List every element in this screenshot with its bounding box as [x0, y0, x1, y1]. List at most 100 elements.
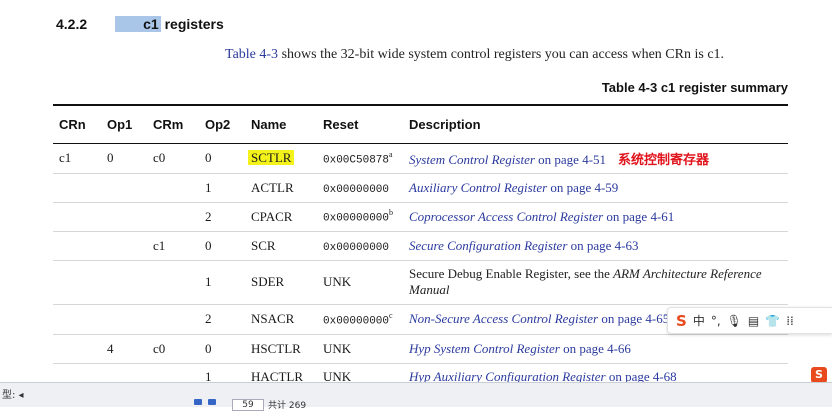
table-header-row: CRn Op1 CRm Op2 Name Reset Description — [53, 105, 788, 143]
page-ref-link[interactable]: on page 4-59 — [547, 180, 618, 195]
table-ref-link[interactable]: Table 4-3 — [225, 47, 278, 62]
header-op1: Op1 — [107, 116, 133, 132]
cell-op1 — [101, 173, 147, 202]
ime-skin-icon[interactable]: 👕 — [765, 314, 780, 328]
cell-description: Secure Debug Enable Register, see the AR… — [403, 260, 788, 304]
page-ref-link[interactable]: on page 4-63 — [567, 238, 639, 253]
viewer-toolbar: 型: ◂ 59 共计 269 — [0, 382, 832, 411]
cell-crm — [147, 260, 199, 304]
cell-description: Secure Configuration Register on page 4-… — [403, 231, 788, 260]
cell-name: SDER — [245, 260, 317, 304]
cell-crm — [147, 173, 199, 202]
register-table: CRn Op1 CRm Op2 Name Reset Description c… — [53, 104, 788, 392]
register-name: NSACR — [251, 311, 295, 326]
header-op2: Op2 — [205, 116, 231, 132]
register-name: SDER — [251, 274, 285, 289]
register-link[interactable]: Hyp System Control Register — [409, 341, 560, 356]
cell-reset: UNK — [317, 334, 403, 363]
ime-toolbar[interactable]: S 中 °, 🎙 ▤ 👕 ⁞⁞ — [667, 307, 832, 334]
ime-language-toggle[interactable]: 中 — [693, 312, 705, 329]
header-name: Name — [251, 116, 287, 132]
cell-name: SCR — [245, 231, 317, 260]
intro-paragraph: Table 4-3 shows the 32-bit wide system c… — [225, 47, 724, 63]
reset-value: 0x00000000 — [323, 241, 390, 254]
register-name: CPACR — [251, 208, 293, 224]
cell-op2: 0 — [205, 340, 212, 356]
cell-name: NSACR — [245, 304, 317, 334]
intro-text: shows the 32-bit wide system control reg… — [278, 47, 725, 62]
register-link[interactable]: Secure Configuration Register — [409, 238, 567, 253]
ime-punctuation-icon[interactable]: °, — [711, 314, 721, 328]
table-row: c1 0 c0 0 SCTLR 0x00C50878a System Control Reg… — [53, 143, 788, 173]
cell-crm — [147, 304, 199, 334]
reset-value: UNK — [323, 274, 352, 289]
footnote-marker: a — [389, 149, 393, 159]
header-reset: Reset — [323, 116, 359, 132]
table-row: c1 0 SCR 0x00000000 Secure Configuration Reg… — [53, 231, 788, 260]
reset-value: 0x00000000 — [323, 212, 390, 225]
page-number-input[interactable]: 59 — [232, 399, 264, 411]
description-text: Secure Debug Enable Register, see the — [409, 266, 614, 281]
cell-op1 — [101, 231, 147, 260]
register-link[interactable]: Coprocessor Access Control Register — [409, 209, 603, 224]
page-ref-link[interactable]: on page 4-65 — [598, 311, 669, 326]
cell-crn — [53, 202, 101, 231]
reset-value: 0x00000000 — [323, 183, 390, 196]
cell-name: HSCTLR — [245, 334, 317, 363]
cell-crn — [53, 231, 101, 260]
cell-crm — [147, 202, 199, 231]
ime-keyboard-icon[interactable]: ▤ — [748, 314, 759, 328]
reset-value: UNK — [323, 340, 352, 356]
first-page-icon[interactable] — [194, 399, 202, 405]
register-name: ACTLR — [251, 179, 294, 195]
cell-name: ACTLR — [245, 173, 317, 202]
cell-op2: 0 — [205, 237, 212, 253]
table-row: 1 SDER UNK Secure Debug Enable Register, se… — [53, 260, 788, 304]
cell-reset: 0x00000000 — [317, 173, 403, 202]
reset-value: 0x00C50878 — [323, 154, 390, 167]
ime-microphone-icon[interactable]: 🎙 — [727, 314, 742, 328]
cell-op2: 1 — [205, 274, 212, 289]
cell-crm: c0 — [153, 340, 166, 356]
cell-op1 — [101, 202, 147, 231]
cell-op2: 2 — [205, 208, 212, 224]
ime-mini-logo-icon[interactable]: S — [811, 367, 827, 383]
cell-crm: c0 — [153, 150, 166, 165]
cell-reset: 0x00000000b — [317, 202, 403, 231]
section-title-rest: registers — [160, 16, 224, 32]
cell-reset: 0x00000000 — [317, 231, 403, 260]
ime-menu-icon[interactable]: ⁞⁞ — [786, 314, 794, 328]
cell-op1 — [101, 304, 147, 334]
cell-op1 — [101, 260, 147, 304]
register-name: HSCTLR — [251, 340, 301, 356]
register-link[interactable]: Auxiliary Control Register — [409, 180, 547, 195]
section-number: 4.2.2 — [56, 16, 88, 32]
prev-page-icon[interactable] — [208, 399, 216, 405]
page-ref-link[interactable]: on page 4-66 — [560, 341, 631, 356]
viewer-left-label: 型: ◂ — [2, 390, 24, 401]
register-name: SCTLR — [248, 150, 295, 165]
cell-crn — [53, 334, 101, 363]
cell-op2: 1 — [205, 179, 212, 195]
handwritten-annotation: 系统控制寄存器 — [618, 152, 710, 168]
register-link[interactable]: System Control Register — [409, 152, 535, 167]
cell-op2: 2 — [205, 311, 212, 326]
section-heading: 4.2.2 c1 registers — [56, 16, 224, 32]
cell-op2: 0 — [205, 150, 212, 165]
page-ref-link[interactable]: on page 4-51 — [535, 152, 606, 167]
cell-op1: 0 — [107, 150, 114, 165]
cell-reset: UNK — [317, 260, 403, 304]
header-description: Description — [409, 116, 481, 132]
cell-description: Hyp System Control Register on page 4-66 — [403, 334, 788, 363]
page-nav — [194, 399, 216, 405]
page-total: 共计 269 — [268, 401, 307, 411]
table-body: c1 0 c0 0 SCTLR 0x00C50878a System Control Reg… — [53, 143, 788, 391]
register-name: SCR — [251, 237, 276, 253]
ime-logo-icon[interactable]: S — [676, 312, 687, 330]
footnote-marker: b — [389, 208, 394, 218]
header-crm: CRm — [153, 116, 184, 132]
cell-description: Auxiliary Control Register on page 4-59 — [403, 173, 788, 202]
cell-crn: c1 — [59, 150, 72, 165]
page-ref-link[interactable]: on page 4-61 — [603, 209, 674, 224]
register-link[interactable]: Non-Secure Access Control Register — [409, 311, 598, 326]
